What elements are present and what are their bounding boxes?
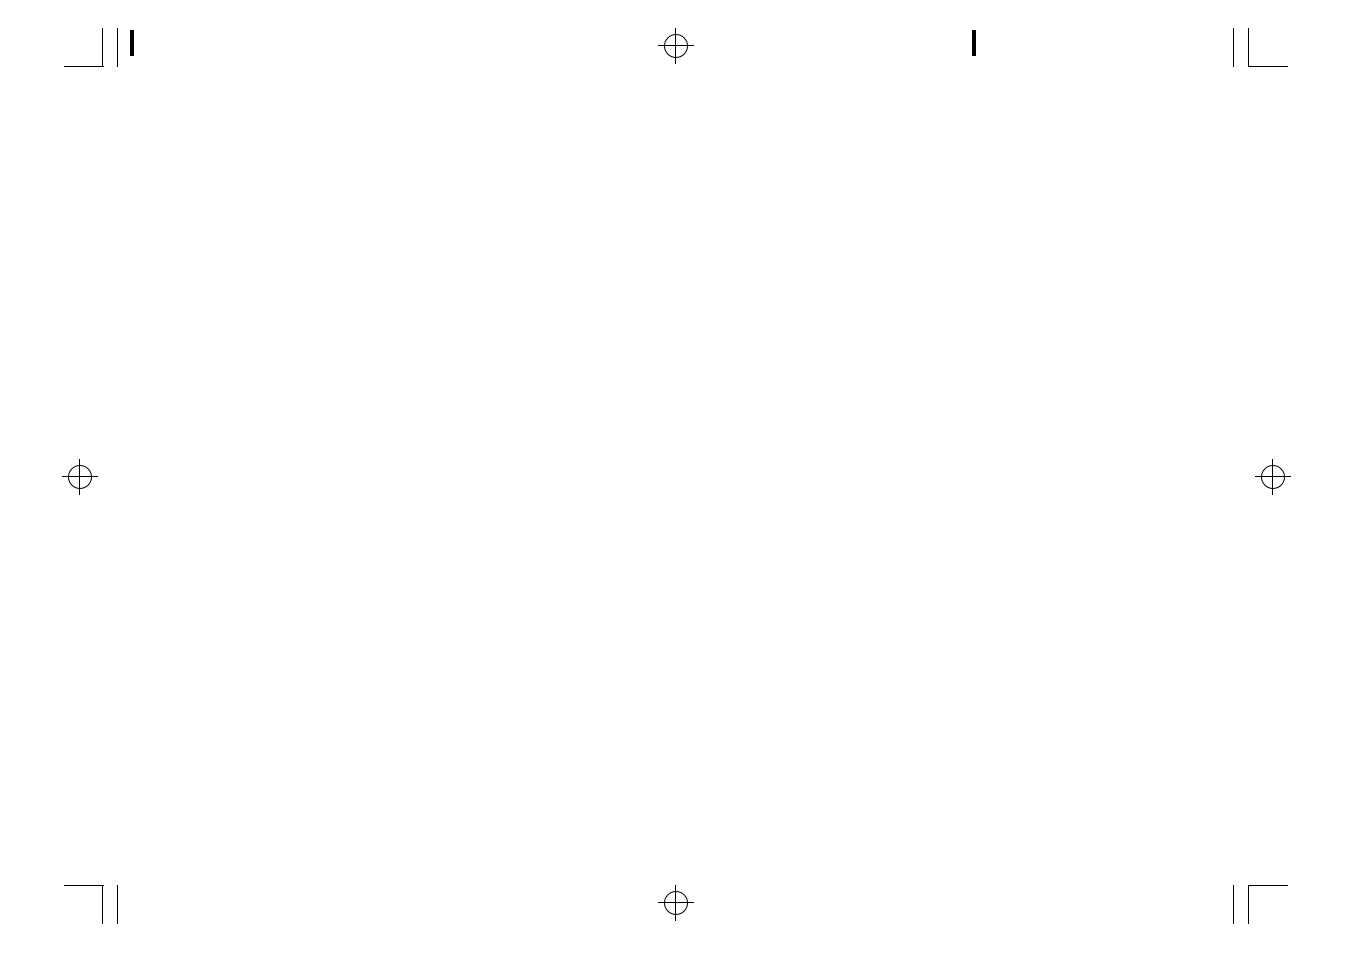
crop-mark-bl-h (64, 885, 104, 887)
crop-mark-tl-h (64, 66, 104, 68)
crop-mark-tl-v (102, 28, 104, 67)
registration-mark-top (658, 28, 694, 64)
gray-step-wedge (130, 30, 134, 56)
crop-mark-br2-v (1233, 885, 1235, 924)
color-calibration-bar (972, 30, 976, 56)
crop-mark-bl2-v (117, 885, 119, 924)
crop-mark-br-h (1248, 885, 1288, 887)
crop-mark-tr2-v (1233, 28, 1235, 67)
registration-mark-left (62, 459, 98, 495)
registration-mark-bottom (658, 885, 694, 921)
crop-mark-tr-h (1248, 66, 1288, 68)
crop-mark-bl-v (102, 885, 104, 924)
registration-mark-right (1255, 459, 1291, 495)
crop-mark-tl2-v (117, 28, 119, 67)
crop-mark-br-v (1248, 885, 1250, 924)
crop-mark-tr-v (1248, 28, 1250, 67)
